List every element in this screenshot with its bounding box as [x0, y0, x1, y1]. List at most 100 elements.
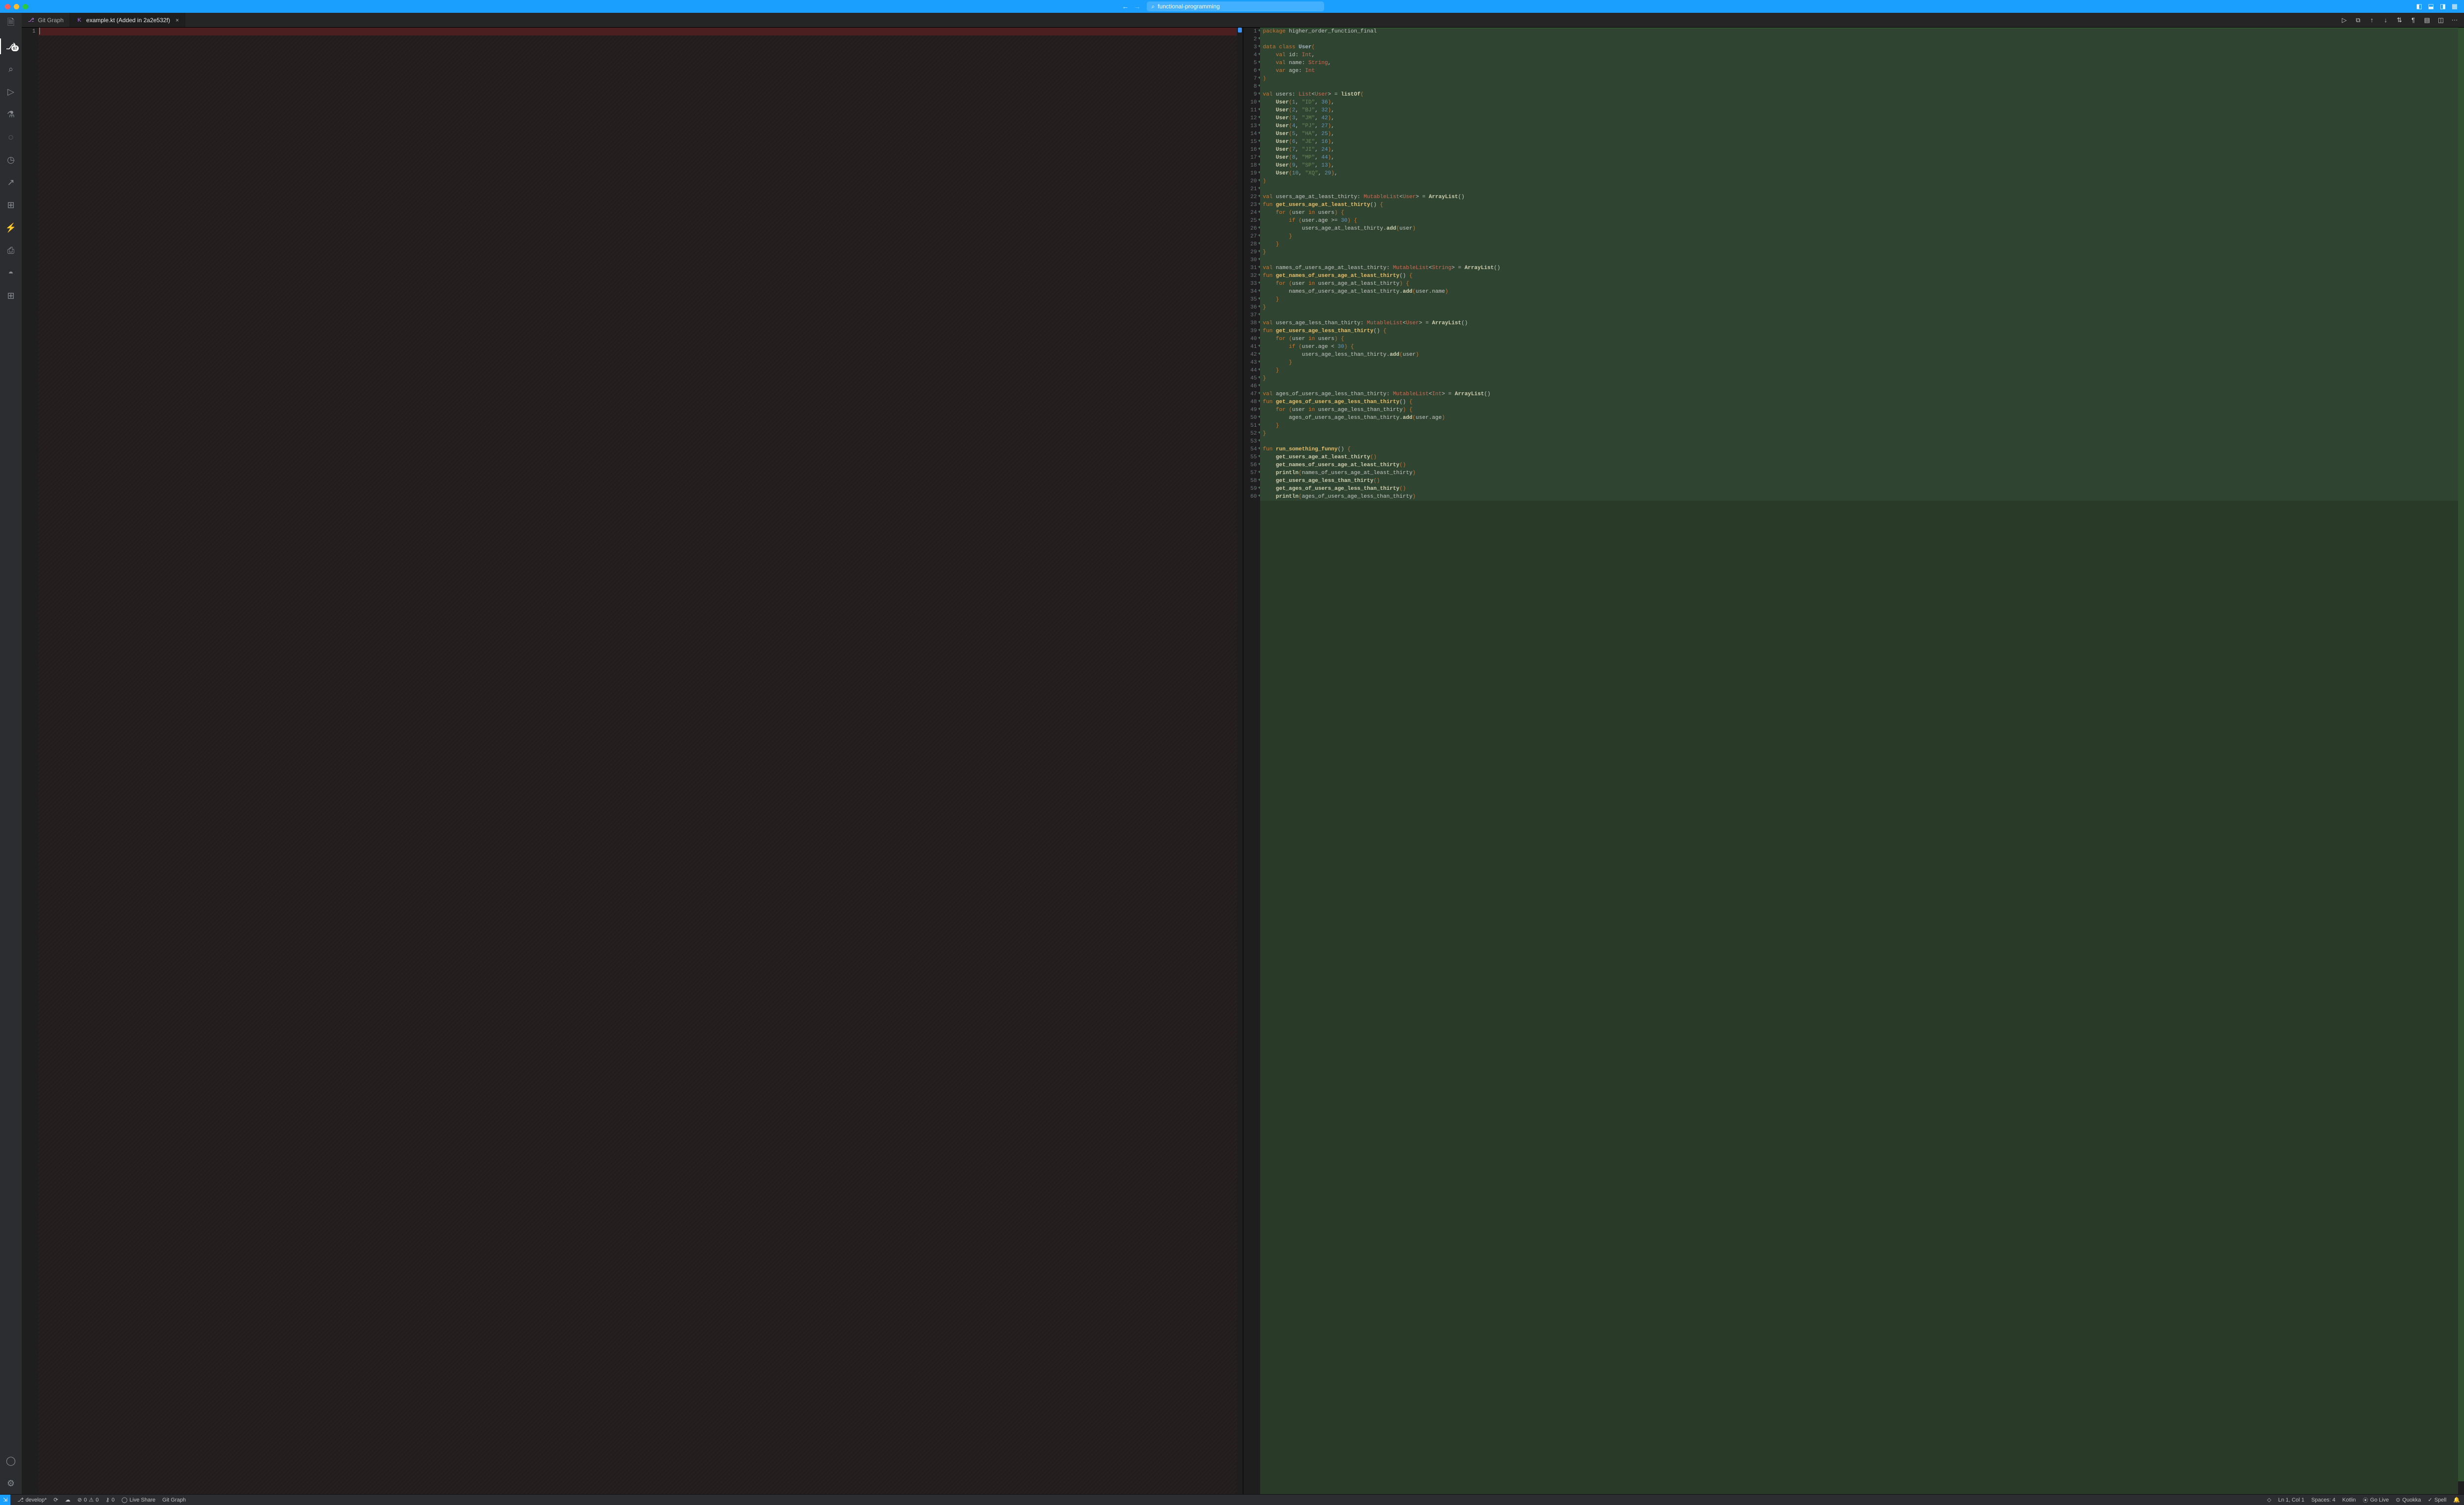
line-number: 4+ — [1243, 51, 1257, 59]
code-line: User(7, "JI", 24), — [1260, 146, 2459, 154]
golive-label: Go Live — [2370, 1497, 2389, 1503]
timeline-icon[interactable]: ◷ — [4, 153, 18, 167]
code-line: fun get_users_age_at_least_thirty() { — [1260, 201, 2459, 209]
swap-icon[interactable]: ⇅ — [2395, 16, 2404, 25]
line-number: 40+ — [1243, 335, 1257, 343]
docker-icon[interactable]: ◓ — [4, 266, 18, 280]
zoom-window-button[interactable] — [23, 4, 28, 9]
line-number: 6+ — [1243, 67, 1257, 75]
left-scrollbar[interactable] — [1237, 28, 1243, 1494]
code-line: val users: List<User> = listOf( — [1260, 91, 2459, 99]
nav-forward-button[interactable]: → — [1132, 1, 1143, 11]
line-number: 54+ — [1243, 445, 1257, 453]
remote-indicator[interactable]: ⇲ — [0, 1495, 10, 1505]
indentation[interactable]: Spaces: 4 — [2311, 1497, 2335, 1503]
run-debug-icon[interactable]: ▷ — [4, 85, 18, 99]
branch-name: develop* — [26, 1497, 47, 1503]
prettier-indicator[interactable]: ◇ — [2267, 1497, 2271, 1503]
line-number: 2+ — [1243, 35, 1257, 43]
branch-indicator[interactable]: ⎇develop* — [17, 1497, 47, 1503]
extensions-icon[interactable]: ⊞ — [4, 289, 18, 303]
panel-bottom-icon[interactable]: ⬓ — [2428, 3, 2434, 10]
line-number: 22+ — [1243, 193, 1257, 201]
code-line: get_users_age_less_than_thirty() — [1260, 477, 2459, 485]
ports-indicator[interactable]: ⚷0 — [105, 1497, 114, 1503]
activity-bar: 🗎 ⎇ 67 ⌕ ▷ ⚗ ◌ ◷ ↗ ⊞ ⚡ ⎙ ◓ ⊞ ◯ ⚙ — [0, 13, 22, 1494]
notifications-button[interactable]: 🔔 — [2453, 1497, 2460, 1503]
arrow-down-icon[interactable]: ↓ — [2381, 16, 2390, 25]
minimize-window-button[interactable] — [14, 4, 19, 9]
line-number: 20+ — [1243, 177, 1257, 185]
python-icon[interactable]: ⊞ — [4, 198, 18, 212]
tab-git-graph[interactable]: ⎇ Git Graph — [22, 13, 70, 27]
spell-icon: ✓ — [2428, 1497, 2432, 1503]
settings-gear-icon[interactable]: ⚙ — [4, 1476, 18, 1490]
test-icon[interactable]: ⚗ — [4, 107, 18, 121]
code-line — [1260, 35, 2459, 43]
arrow-up-icon[interactable]: ↑ — [2367, 16, 2376, 25]
source-control-icon[interactable]: ⎇ 67 — [4, 39, 18, 53]
code-line: get_names_of_users_age_at_least_thirty() — [1260, 461, 2459, 469]
git-graph-icon: ⎇ — [28, 17, 34, 24]
quokka-button[interactable]: ⊙Quokka — [2396, 1497, 2421, 1503]
golive-button[interactable]: ⦿Go Live — [2363, 1496, 2389, 1504]
nav-back-button[interactable]: ← — [1120, 1, 1131, 11]
code-line: User(8, "MP", 44), — [1260, 154, 2459, 162]
line-number: 24+ — [1243, 209, 1257, 217]
code-line: names_of_users_age_at_least_thirty.add(u… — [1260, 288, 2459, 296]
right-scrollbar[interactable] — [2458, 28, 2464, 1494]
code-line: fun get_ages_of_users_age_less_than_thir… — [1260, 398, 2459, 406]
left-code[interactable] — [38, 28, 1237, 1494]
line-number: 33+ — [1243, 280, 1257, 288]
gitgraph-button[interactable]: Git Graph — [162, 1497, 186, 1503]
tab-example-kt[interactable]: K example.kt (Added in 2a2e532f) × — [70, 13, 185, 27]
panel-left-icon[interactable]: ◧ — [2416, 3, 2423, 10]
titlebar-actions: ◧ ⬓ ◨ ▦ — [2416, 3, 2464, 10]
inline-view-icon[interactable]: ▤ — [2423, 16, 2431, 25]
command-center[interactable]: ⌕ functional-programming — [1147, 1, 1324, 11]
more-icon[interactable]: ⋯ — [2450, 16, 2459, 25]
line-number: 55+ — [1243, 453, 1257, 461]
spell-button[interactable]: ✓Spell — [2428, 1497, 2447, 1503]
right-code[interactable]: package higher_order_function_finaldata … — [1260, 28, 2459, 1494]
line-number: 60+ — [1243, 493, 1257, 501]
line-number: 56+ — [1243, 461, 1257, 469]
accounts-icon[interactable]: ◯ — [4, 1454, 18, 1468]
problems-indicator[interactable]: ⊘0 ⚠0 — [77, 1497, 99, 1503]
cursor-position[interactable]: Ln 1, Col 1 — [2278, 1497, 2304, 1503]
run-icon[interactable]: ▷ — [2340, 16, 2349, 25]
open-file-icon[interactable]: ⧉ — [2354, 16, 2362, 25]
line-number: 3+ — [1243, 43, 1257, 51]
sync-button[interactable]: ⟳ — [54, 1497, 58, 1503]
line-number: 26+ — [1243, 225, 1257, 233]
language-mode[interactable]: Kotlin — [2342, 1497, 2356, 1503]
search-activity-icon[interactable]: ⌕ — [4, 62, 18, 76]
tab-label: example.kt (Added in 2a2e532f) — [86, 17, 170, 24]
panel-right-icon[interactable]: ◨ — [2439, 3, 2446, 10]
code-line: } — [1260, 240, 2459, 248]
project-icon[interactable]: ⎙ — [4, 243, 18, 257]
close-window-button[interactable] — [5, 4, 10, 9]
status-bar: ⇲ ⎇develop* ⟳ ☁ ⊘0 ⚠0 ⚷0 ◯Live Share Git… — [0, 1494, 2464, 1505]
ports-count: 0 — [111, 1497, 114, 1503]
close-icon[interactable]: × — [175, 17, 179, 24]
kotlin-file-icon: K — [76, 17, 83, 24]
explorer-icon[interactable]: 🗎 — [4, 17, 18, 31]
line-number: 13+ — [1243, 122, 1257, 130]
line-number: 9+ — [1243, 91, 1257, 99]
liveshare-button[interactable]: ◯Live Share — [121, 1497, 155, 1503]
code-line: } — [1260, 296, 2459, 304]
line-number: 15+ — [1243, 138, 1257, 146]
thunder-icon[interactable]: ⚡ — [4, 221, 18, 235]
whitespace-icon[interactable]: ¶ — [2409, 16, 2418, 25]
cloud-button[interactable]: ☁ — [65, 1497, 70, 1503]
split-icon[interactable]: ◫ — [2436, 16, 2445, 25]
code-line: ) — [1260, 177, 2459, 185]
line-number: 28+ — [1243, 240, 1257, 248]
remote-icon[interactable]: ◌ — [4, 130, 18, 144]
layout-customize-icon[interactable]: ▦ — [2451, 3, 2458, 10]
code-line: } — [1260, 304, 2459, 311]
left-gutter: 1 — [22, 28, 38, 1494]
line-number: 53+ — [1243, 438, 1257, 445]
share-icon[interactable]: ↗ — [4, 175, 18, 189]
